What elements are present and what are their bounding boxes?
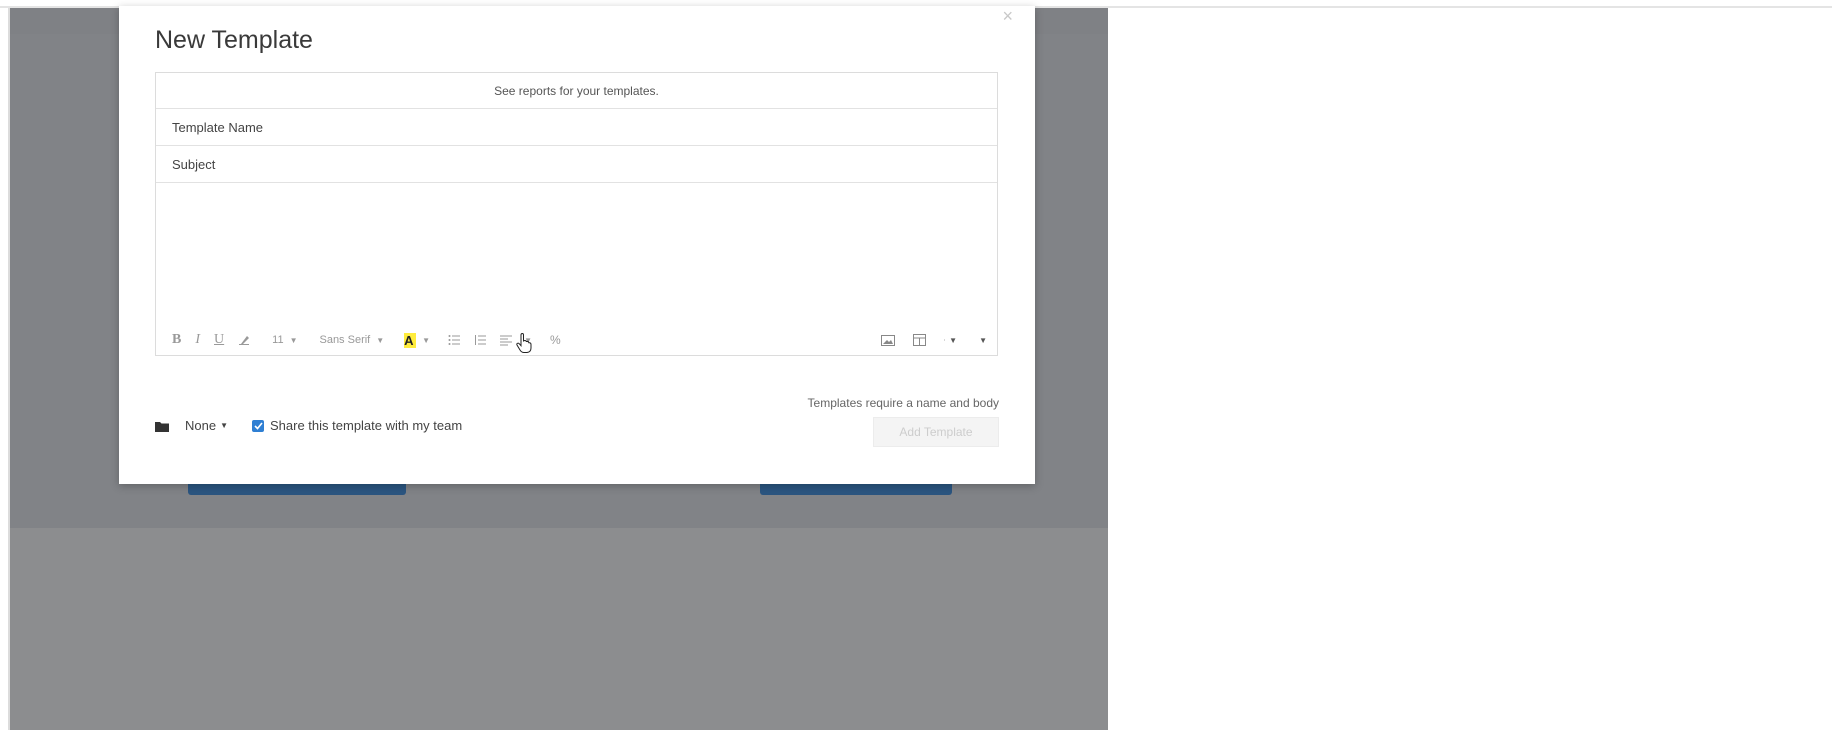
align-left-icon [500, 334, 513, 346]
share-label: Share this template with my team [270, 418, 463, 433]
font-family-dropdown[interactable]: Sans Serif ▼ [319, 334, 384, 346]
template-form: See reports for your templates. B I U 11… [155, 72, 998, 356]
text-color-icon: A [404, 332, 417, 348]
chevron-down-icon: ▼ [289, 335, 298, 345]
chevron-down-icon: ▼ [422, 335, 431, 345]
link-icon[interactable]: % [550, 333, 561, 347]
subject-row [156, 146, 997, 183]
ordered-list-icon[interactable] [474, 334, 487, 346]
template-name-input[interactable] [170, 118, 997, 136]
overlay-band-bottom [10, 528, 1108, 730]
chevron-down-icon: ▼ [979, 335, 987, 345]
checkmark-icon [253, 421, 263, 430]
new-template-modal: × New Template See reports for your temp… [119, 6, 1035, 484]
placeholder-dropdown[interactable]: ▼ [944, 334, 957, 346]
close-icon[interactable]: × [1002, 6, 1013, 27]
italic-button[interactable]: I [195, 332, 200, 348]
snippet-dropdown[interactable]: ▼ [975, 333, 987, 347]
folder-dropdown-label: None [185, 418, 217, 433]
reports-link-row: See reports for your templates. [156, 73, 997, 109]
template-body-editor[interactable] [156, 184, 997, 324]
person-icon [944, 339, 946, 341]
hand-cursor-icon [516, 332, 532, 353]
modal-footer-left: None ▼ Share this template with my team [155, 418, 462, 433]
font-size-dropdown[interactable]: 11 ▼ [272, 334, 297, 346]
chevron-down-icon: ▼ [376, 335, 385, 345]
text-color-dropdown[interactable]: A ▼ [384, 332, 431, 348]
subject-input[interactable] [170, 155, 997, 173]
eraser-icon[interactable] [238, 335, 250, 345]
font-size-value: 11 [272, 334, 284, 346]
toolbar-right-group: ▼ ▼ [881, 333, 987, 347]
font-family-value: Sans Serif [319, 334, 371, 346]
folder-icon [155, 420, 169, 432]
editor-toolbar: B I U 11 ▼ Sans Serif ▼ A ▼ ▼ % ▼ ▼ [156, 325, 997, 355]
chevron-down-icon: ▼ [949, 335, 957, 345]
underline-button[interactable]: U [214, 332, 224, 348]
validation-message: Templates require a name and body [807, 396, 999, 410]
template-name-row [156, 109, 997, 146]
folder-dropdown[interactable]: None ▼ [185, 418, 228, 433]
unordered-list-icon[interactable] [448, 333, 461, 347]
table-icon[interactable] [913, 334, 926, 346]
share-checkbox[interactable] [252, 419, 264, 432]
add-template-button[interactable]: Add Template [873, 417, 999, 447]
chevron-down-icon: ▼ [220, 421, 228, 430]
reports-link[interactable]: See reports for your templates. [494, 84, 659, 98]
image-icon[interactable] [881, 334, 895, 346]
share-with-team-toggle[interactable]: Share this template with my team [252, 418, 462, 433]
modal-title: New Template [155, 26, 313, 54]
bold-button[interactable]: B [172, 332, 181, 348]
